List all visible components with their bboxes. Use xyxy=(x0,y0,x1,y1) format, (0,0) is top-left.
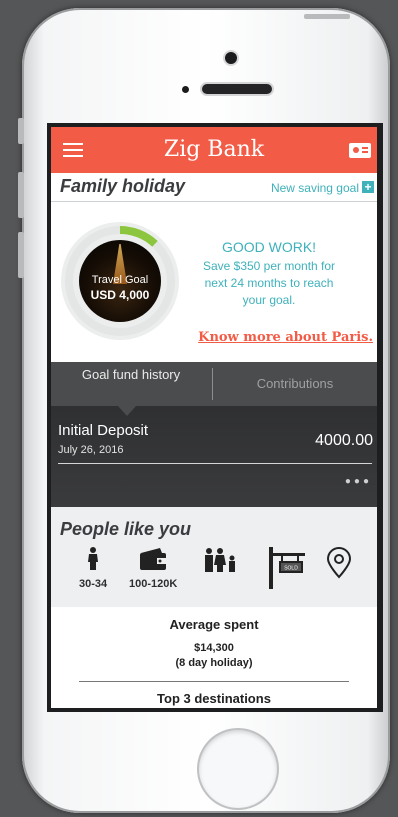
age-group-label: 30-34 xyxy=(79,578,108,590)
goal-circle-label: Travel Goal xyxy=(91,274,149,286)
contact-card-icon[interactable] xyxy=(349,143,371,158)
history-item-amount: 4000.00 xyxy=(315,432,373,449)
saving-advice: Save $350 per month for next 24 months t… xyxy=(202,259,336,307)
home-button[interactable] xyxy=(199,730,277,808)
tab-contributions[interactable]: Contributions xyxy=(213,362,377,406)
average-spent-duration: (8 day holiday) xyxy=(175,657,253,669)
phone-screen: Zig Bank Family holiday New saving goal … xyxy=(47,123,383,712)
add-goal-plus-icon[interactable]: + xyxy=(362,181,374,193)
mute-switch xyxy=(18,118,24,144)
goal-fund-history-panel: Initial Deposit July 26, 2016 4000.00 ●●… xyxy=(51,406,377,507)
family-icon xyxy=(205,548,235,572)
history-item-title: Initial Deposit xyxy=(58,422,149,439)
app-screen: Zig Bank Family holiday New saving goal … xyxy=(51,127,377,708)
family-item[interactable] xyxy=(203,547,241,580)
goal-circle-amount: USD 4,000 xyxy=(90,288,150,302)
average-spent-section: Average spent $14,300 (8 day holiday) To… xyxy=(51,607,377,706)
location-pin-icon xyxy=(326,547,352,579)
wallet-icon xyxy=(140,548,167,570)
volume-up-button xyxy=(18,172,24,218)
app-title: Zig Bank xyxy=(163,137,265,162)
volume-down-button xyxy=(18,232,24,278)
front-camera xyxy=(225,52,237,64)
goal-image-eiffel-tower[interactable]: Travel Goal USD 4,000 xyxy=(79,240,161,322)
average-spent-value: $14,300 xyxy=(194,642,234,654)
sold-sign-icon: SOLD xyxy=(269,547,305,589)
goal-summary: Travel Goal USD 4,000 GOOD WORK! Save $3… xyxy=(51,202,377,362)
tab-goal-fund-history[interactable]: Goal fund history xyxy=(51,362,211,406)
divider xyxy=(58,463,372,464)
proximity-sensor xyxy=(182,86,189,93)
people-like-you-title: People like you xyxy=(60,519,192,539)
history-item-date: July 26, 2016 xyxy=(58,444,124,456)
top-destinations-title: Top 3 destinations xyxy=(157,691,271,706)
average-spent-title: Average spent xyxy=(169,617,259,632)
svg-text:SOLD: SOLD xyxy=(284,566,298,572)
know-more-link[interactable]: Know more about Paris. xyxy=(198,330,373,345)
goal-tabs: Goal fund history Contributions xyxy=(51,362,377,416)
people-like-you-section: People like you 30-34 100-120K SOLD xyxy=(51,507,377,607)
active-tab-pointer xyxy=(118,406,136,416)
goal-progress-ring: Travel Goal USD 4,000 xyxy=(61,222,179,340)
goal-bar: Family holiday New saving goal + xyxy=(51,173,377,202)
income-label: 100-120K xyxy=(129,578,178,590)
more-options-icon[interactable]: ●●● xyxy=(345,476,372,487)
earpiece-speaker xyxy=(202,84,272,94)
person-icon xyxy=(88,547,99,570)
new-saving-goal-link[interactable]: New saving goal xyxy=(271,181,359,195)
goal-name: Family holiday xyxy=(60,176,186,196)
app-header: Zig Bank xyxy=(51,127,377,173)
divider xyxy=(79,681,349,682)
power-button xyxy=(304,14,350,19)
income-item[interactable]: 100-120K xyxy=(129,547,177,590)
location-item[interactable] xyxy=(326,547,352,584)
age-group-item[interactable]: 30-34 xyxy=(79,547,107,590)
property-item[interactable]: SOLD xyxy=(267,547,307,594)
good-work-heading: GOOD WORK! xyxy=(221,239,317,255)
